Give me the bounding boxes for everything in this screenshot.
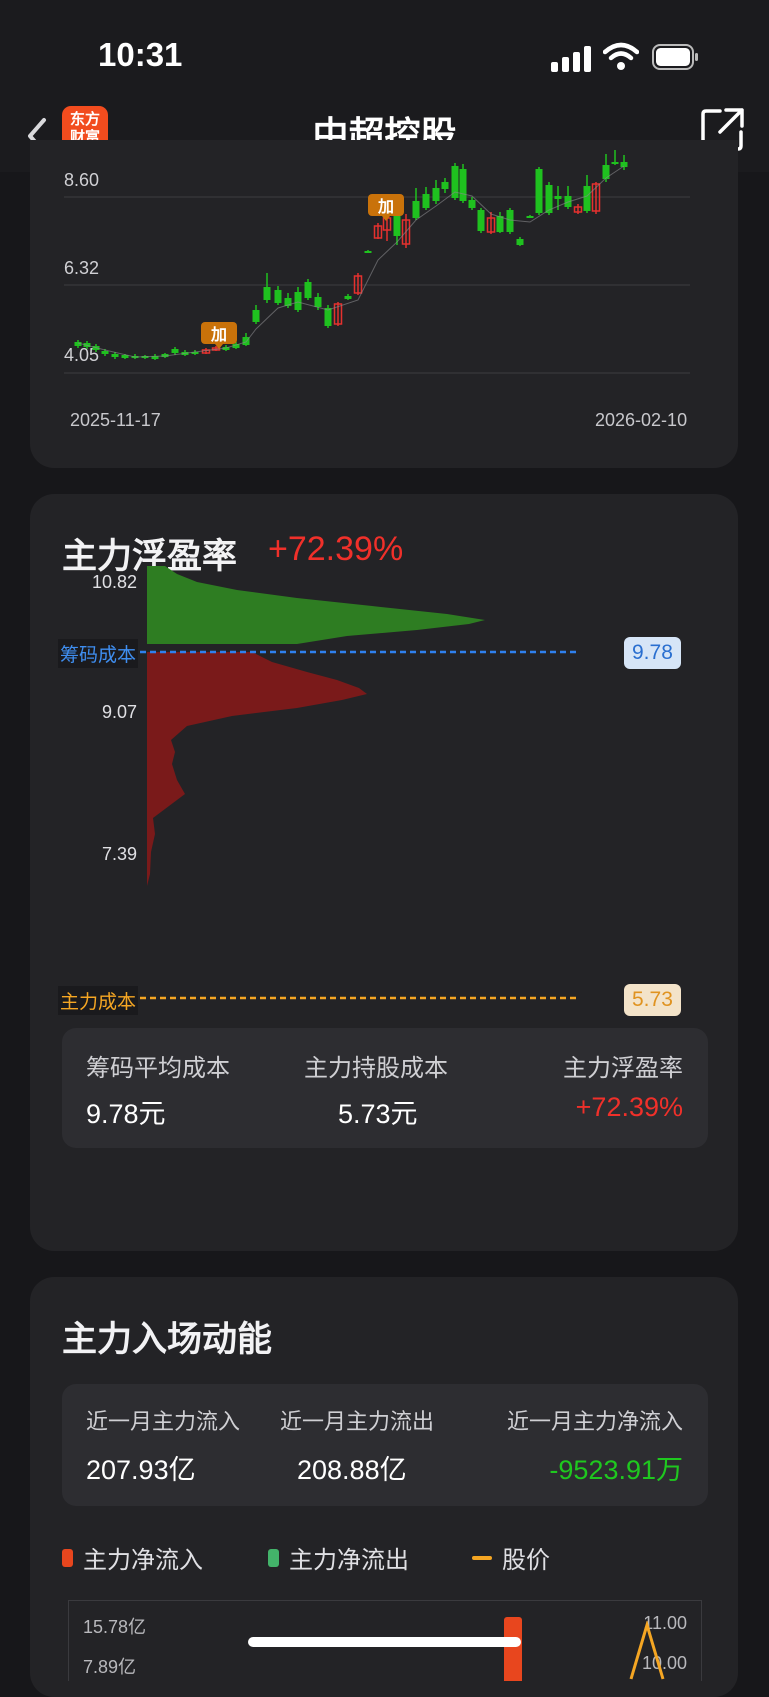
chip-profit-area [147, 566, 485, 644]
kline-marker-text: 加 [210, 326, 227, 344]
kline-candle [506, 208, 514, 234]
legend-inflow-swatch [62, 1548, 73, 1567]
kline-candle [344, 294, 352, 300]
legend-outflow-label: 主力净流出 [289, 1547, 409, 1574]
wifi-icon [603, 42, 639, 70]
summary-label: 筹码平均成本 [86, 1055, 230, 1082]
kline-candle [151, 354, 159, 360]
summary-value: 5.73元 [338, 1099, 418, 1129]
legend-outflow-swatch [268, 1548, 279, 1567]
flow-inflow-bar [504, 1617, 522, 1681]
kline-date-start: 2025-11-17 [70, 410, 161, 430]
summary-value: 9.78元 [86, 1099, 166, 1129]
chip-loss-area [147, 652, 367, 886]
kline-candle [477, 208, 485, 233]
legend-inflow[interactable]: 主力净流入 [62, 1540, 203, 1575]
kline-chart[interactable]: 8.60 6.32 4.05 加加 [30, 140, 738, 440]
legend-price-label: 股价 [502, 1547, 550, 1574]
flow-price-line [629, 1621, 665, 1680]
chip-cost-tag: 筹码成本 [58, 639, 139, 668]
kline-candle [373, 223, 383, 239]
kline-candle [611, 150, 619, 165]
kline-candle [526, 215, 534, 218]
legend-inflow-label: 主力净流入 [83, 1547, 203, 1574]
summary-label: 主力浮盈率 [563, 1055, 683, 1082]
kline-candle [422, 187, 430, 210]
kline-candle [516, 237, 524, 246]
cellular-signal-icon [551, 46, 591, 72]
kline-candle [496, 212, 504, 233]
summary-label: 近一月主力净流入 [506, 1409, 683, 1434]
summary-label: 近一月主力流出 [280, 1409, 435, 1434]
status-bar: 10:31 [0, 0, 769, 100]
kline-candle [535, 167, 543, 215]
kline-candle [171, 347, 179, 355]
kline-candle [294, 287, 302, 312]
kline-candle [304, 279, 312, 300]
kline-candle [263, 273, 271, 303]
home-indicator [248, 1637, 521, 1647]
summary-value: 207.93亿 [86, 1455, 196, 1485]
kline-candle [441, 178, 449, 193]
kline-candle [573, 204, 583, 214]
battery-icon [652, 44, 698, 70]
summary-value: 208.88亿 [297, 1455, 407, 1485]
summary-label: 主力持股成本 [304, 1055, 448, 1082]
flow-summary: 近一月主力流入 207.93亿 近一月主力流出 208.88亿 近一月主力净流入… [62, 1384, 708, 1506]
profit-summary: 筹码平均成本 9.78元 主力持股成本 5.73元 主力浮盈率 +72.39% [62, 1028, 708, 1148]
kline-price-label: 6.32 [64, 258, 99, 278]
kline-add-marker: 加 [201, 322, 237, 349]
status-time: 10:31 [98, 36, 183, 73]
summary-value: +72.39% [575, 1092, 683, 1122]
kline-candle [564, 186, 572, 209]
chip-price-label: 10.82 [92, 572, 138, 592]
flow-axis-left-label: 15.78亿 [83, 1617, 147, 1637]
summary-value: -9523.91万 [549, 1455, 683, 1485]
kline-date-end: 2026-02-10 [595, 410, 688, 430]
kline-candle [486, 212, 496, 234]
summary-label: 近一月主力流入 [86, 1409, 241, 1434]
chip-price-label: 7.39 [102, 844, 138, 864]
legend-price-swatch [472, 1555, 492, 1560]
kline-price-label: 8.60 [64, 170, 99, 190]
kline-candle [353, 273, 363, 295]
kline-candle [451, 163, 459, 200]
chip-cost-value: 9.78 [624, 637, 681, 669]
kline-candle [459, 164, 467, 203]
flow-card-title: 主力入场动能 [62, 1320, 273, 1359]
kline-candle [364, 250, 372, 253]
chip-price-label: 9.07 [102, 702, 138, 722]
main-cost-value: 5.73 [624, 984, 681, 1016]
profit-card: 主力浮盈率 +72.39% 10.82 9.07 7.39 筹码成本 9.78 … [30, 494, 738, 1251]
kline-candle [324, 305, 332, 328]
main-cost-tag: 主力成本 [58, 986, 139, 1015]
legend-price[interactable]: 股价 [472, 1540, 550, 1575]
kline-marker-text: 加 [377, 198, 394, 216]
kline-candle [252, 305, 260, 324]
kline-candle [412, 188, 420, 220]
kline-candle [274, 286, 282, 305]
kline-candle [432, 180, 440, 204]
legend-outflow[interactable]: 主力净流出 [268, 1540, 409, 1575]
kline-card[interactable]: 8.60 6.32 4.05 加加 2025-11-17 2026-02-10 [30, 140, 738, 468]
flow-axis-left-label: 7.89亿 [83, 1657, 137, 1677]
